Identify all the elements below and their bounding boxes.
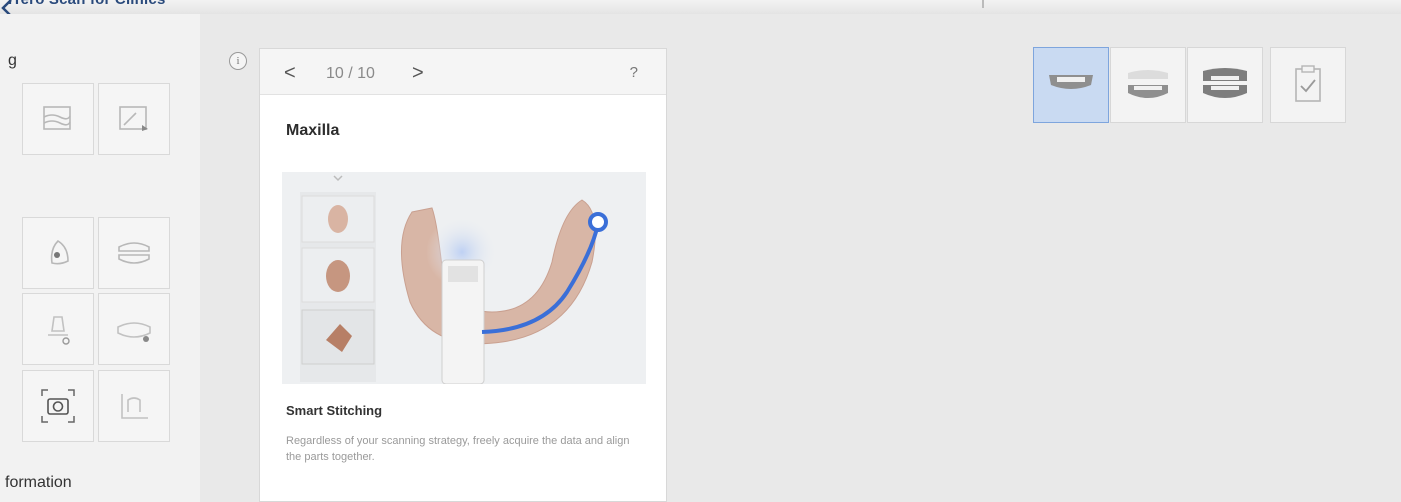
feature-description: Regardless of your scanning strategy, fr… xyxy=(286,435,630,463)
tool-camera-capture[interactable] xyxy=(22,370,94,442)
left-panel: g formation xyxy=(0,14,200,502)
section-label-information: formation xyxy=(5,474,72,491)
step-review-button[interactable] xyxy=(1270,47,1346,123)
tool-margin-line[interactable] xyxy=(98,370,170,442)
step-maxilla-button[interactable] xyxy=(1033,47,1109,123)
page-indicator: 10 / 10 xyxy=(326,65,375,82)
prev-page-button[interactable]: < xyxy=(284,62,296,85)
tutorial-title: Maxilla xyxy=(286,122,340,139)
tool-jaw-settings[interactable] xyxy=(98,293,170,365)
app-title: iTero Scan for Clinics xyxy=(8,0,166,8)
maxilla-icon xyxy=(1049,75,1093,89)
tool-scan-layers[interactable] xyxy=(22,83,94,155)
implant-icon xyxy=(48,316,70,345)
jaw-occlusion-icon xyxy=(118,242,150,264)
camera-capture-icon xyxy=(41,389,75,423)
review-check-icon xyxy=(1295,65,1321,102)
tool-edit-region[interactable] xyxy=(98,83,170,155)
smart-stitching-illustration xyxy=(282,172,646,384)
tutorial-header: < 10 / 10 > ? xyxy=(260,49,666,95)
tool-brush-tooth[interactable] xyxy=(22,217,94,289)
top-bar: iTero Scan for Clinics xyxy=(0,0,1401,14)
toolbar-divider xyxy=(982,0,984,8)
occlusion-icon xyxy=(1203,68,1247,98)
help-button[interactable]: ? xyxy=(630,64,638,81)
info-icon[interactable]: i xyxy=(229,52,247,70)
tutorial-card: < 10 / 10 > ? Maxilla Smart Stitching Re… xyxy=(259,48,667,502)
next-page-button[interactable]: > xyxy=(412,62,424,85)
maxilla-scan-image xyxy=(300,175,608,384)
brush-tooth-icon xyxy=(50,239,69,265)
scan-layers-icon xyxy=(43,106,71,130)
tool-jaw-occlusion[interactable] xyxy=(98,217,170,289)
step-mandible-button[interactable] xyxy=(1110,47,1186,123)
step-occlusion-button[interactable] xyxy=(1187,47,1263,123)
edit-region-icon xyxy=(119,106,148,131)
feature-title: Smart Stitching xyxy=(286,403,383,418)
margin-line-icon xyxy=(121,394,148,419)
mandible-icon xyxy=(1128,70,1168,98)
jaw-settings-icon xyxy=(117,322,151,342)
tool-implant[interactable] xyxy=(22,293,94,365)
section-label-scanning: g xyxy=(8,52,17,69)
